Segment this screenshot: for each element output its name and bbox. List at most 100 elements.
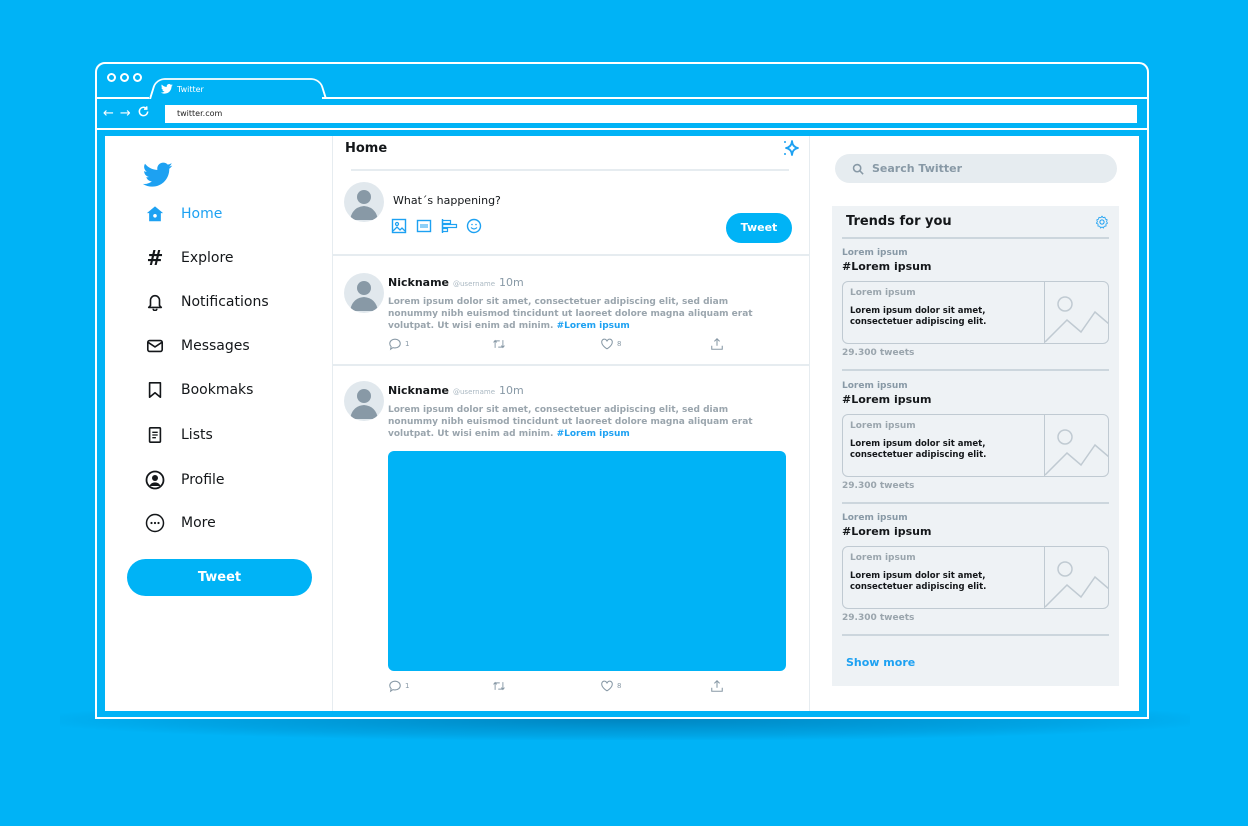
trend-card[interactable]: Lorem ipsum Lorem ipsum dolor sit amet, … xyxy=(842,414,1109,477)
sidebar-item-profile[interactable]: Profile xyxy=(145,470,225,490)
gif-icon[interactable] xyxy=(416,218,432,234)
sidebar-item-label: Profile xyxy=(181,472,225,488)
trend-item[interactable]: Lorem ipsum #Lorem ipsum Lorem ipsum Lor… xyxy=(842,248,1109,358)
emoji-icon[interactable] xyxy=(466,218,482,234)
browser-nav: ← → xyxy=(103,105,150,122)
heart-icon xyxy=(601,680,613,692)
page-title: Home xyxy=(345,141,388,156)
tweet-media[interactable] xyxy=(388,451,786,671)
tweet-item[interactable]: Nickname @username 10m Lorem ipsum dolor… xyxy=(333,381,809,711)
tweet-header: Nickname @username 10m xyxy=(388,384,524,397)
tweet-item[interactable]: Nickname @username 10m Lorem ipsum dolor… xyxy=(333,273,809,365)
retweet-button[interactable] xyxy=(492,337,600,351)
image-placeholder-icon xyxy=(1044,282,1108,343)
tweet-nickname[interactable]: Nickname xyxy=(388,384,449,397)
title-divider xyxy=(351,169,789,171)
trends-divider xyxy=(842,369,1109,371)
retweet-icon xyxy=(493,681,505,691)
retweet-button[interactable] xyxy=(492,679,600,693)
sparkle-icon[interactable] xyxy=(781,138,801,158)
sidebar-item-home[interactable]: Home xyxy=(145,204,222,224)
trend-hashtag[interactable]: #Lorem ipsum xyxy=(842,525,1109,538)
poll-icon[interactable] xyxy=(441,218,458,234)
card-category: Lorem ipsum xyxy=(850,288,916,298)
search-icon xyxy=(852,163,864,175)
trend-item[interactable]: Lorem ipsum #Lorem ipsum Lorem ipsum Lor… xyxy=(842,513,1109,623)
share-button[interactable] xyxy=(710,337,724,351)
sidebar-item-lists[interactable]: Lists xyxy=(145,425,213,445)
like-button[interactable]: 8 xyxy=(600,337,710,351)
trends-divider xyxy=(842,502,1109,504)
image-icon[interactable] xyxy=(391,218,407,234)
tweet-actions: 1 8 xyxy=(388,679,728,693)
compose-avatar xyxy=(344,182,384,222)
search-input[interactable]: Search Twitter xyxy=(835,154,1117,183)
hashtag-icon: # xyxy=(146,246,164,270)
forward-arrow-icon[interactable]: → xyxy=(120,106,131,121)
trends-panel: Trends for you Lorem ipsum #Lorem ipsum … xyxy=(832,206,1119,686)
card-text: Lorem ipsum dolor sit amet, consectetuer… xyxy=(850,439,987,460)
like-count: 8 xyxy=(617,340,622,348)
trend-card[interactable]: Lorem ipsum Lorem ipsum dolor sit amet, … xyxy=(842,546,1109,609)
trend-hashtag[interactable]: #Lorem ipsum xyxy=(842,260,1109,273)
sidebar-item-messages[interactable]: Messages xyxy=(145,336,250,356)
share-button[interactable] xyxy=(710,679,724,693)
reload-icon[interactable] xyxy=(137,105,150,122)
reply-button[interactable]: 1 xyxy=(388,337,492,351)
browser-tab-content[interactable]: Twitter xyxy=(161,84,204,94)
search-placeholder: Search Twitter xyxy=(872,162,963,175)
trend-hashtag[interactable]: #Lorem ipsum xyxy=(842,393,1109,406)
tweet-hashtag[interactable]: #Lorem ipsum xyxy=(557,321,630,331)
twitter-logo-icon[interactable] xyxy=(143,162,173,188)
sidebar-item-notifications[interactable]: Notifications xyxy=(145,292,269,312)
tweet-divider xyxy=(333,364,809,366)
twitter-page: Home # Explore Notifications Messages Bo… xyxy=(105,136,1139,711)
profile-icon xyxy=(145,470,165,490)
trends-divider xyxy=(842,634,1109,636)
card-category: Lorem ipsum xyxy=(850,421,916,431)
list-icon xyxy=(145,425,165,445)
left-sidebar: Home # Explore Notifications Messages Bo… xyxy=(105,136,333,711)
sidebar-item-explore[interactable]: # Explore xyxy=(145,246,234,270)
compose-input[interactable]: What´s happening? xyxy=(393,194,501,207)
sidebar-item-label: Home xyxy=(181,206,223,222)
sidebar-item-more[interactable]: More xyxy=(145,513,216,533)
tweet-username[interactable]: @username xyxy=(453,388,495,396)
tweet-username[interactable]: @username xyxy=(453,280,495,288)
tweet-avatar[interactable] xyxy=(344,381,384,421)
browser-window: Twitter ← → twitter.com Home # Explore N… xyxy=(95,62,1149,719)
trend-category: Lorem ipsum xyxy=(842,513,908,523)
reply-icon xyxy=(389,680,401,693)
trend-item[interactable]: Lorem ipsum #Lorem ipsum Lorem ipsum Lor… xyxy=(842,381,1109,491)
tweet-time: 10m xyxy=(499,384,524,397)
sidebar-item-label: Lists xyxy=(181,427,213,443)
bookmark-icon xyxy=(145,380,165,400)
sidebar-tweet-button[interactable]: Tweet xyxy=(127,559,312,596)
tweet-hashtag[interactable]: #Lorem ipsum xyxy=(557,429,630,439)
compose-tweet-button[interactable]: Tweet xyxy=(726,213,792,243)
trend-category: Lorem ipsum xyxy=(842,381,908,391)
settings-gear-icon[interactable] xyxy=(1095,215,1109,229)
tweet-nickname[interactable]: Nickname xyxy=(388,276,449,289)
window-dot-close[interactable] xyxy=(107,73,116,82)
window-dot-minimize[interactable] xyxy=(120,73,129,82)
back-arrow-icon[interactable]: ← xyxy=(103,106,114,121)
window-dot-maximize[interactable] xyxy=(133,73,142,82)
reply-count: 1 xyxy=(405,340,410,348)
home-icon xyxy=(145,204,165,224)
main-feed: Home What´s happening? Tweet Nickname @u… xyxy=(333,136,810,711)
image-placeholder-icon xyxy=(1044,415,1108,476)
image-placeholder-icon xyxy=(1044,547,1108,608)
reply-button[interactable]: 1 xyxy=(388,679,492,693)
url-bar[interactable]: twitter.com xyxy=(165,105,1137,123)
like-button[interactable]: 8 xyxy=(600,679,710,693)
trend-tweet-count: 29.300 tweets xyxy=(842,348,915,358)
trend-card[interactable]: Lorem ipsum Lorem ipsum dolor sit amet, … xyxy=(842,281,1109,344)
twitter-bird-icon xyxy=(161,84,173,94)
heart-icon xyxy=(601,338,613,350)
window-controls xyxy=(107,73,142,82)
show-more-link[interactable]: Show more xyxy=(846,656,915,669)
sidebar-item-bookmarks[interactable]: Bookmaks xyxy=(145,380,253,400)
tweet-avatar[interactable] xyxy=(344,273,384,313)
sidebar-item-label: Notifications xyxy=(181,294,269,310)
